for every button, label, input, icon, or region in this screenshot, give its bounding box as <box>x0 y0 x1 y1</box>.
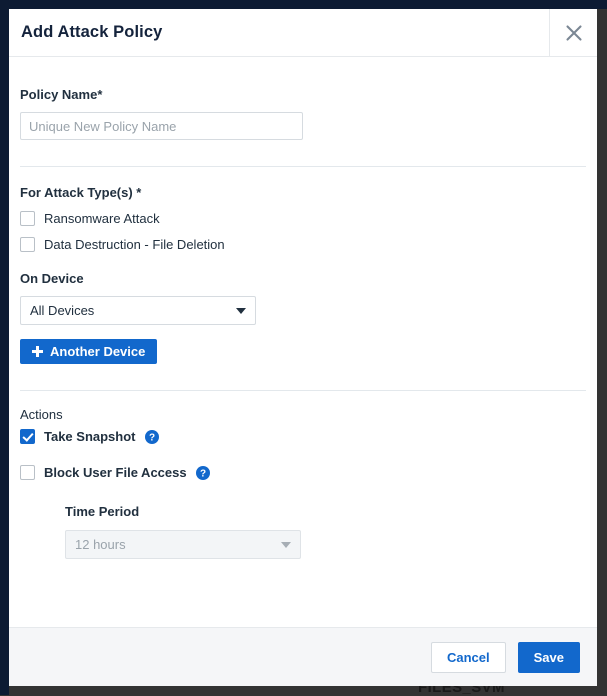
dialog-title: Add Attack Policy <box>9 9 549 56</box>
checkbox-label-data-destruction: Data Destruction - File Deletion <box>44 237 225 252</box>
dialog-footer: Cancel Save <box>9 627 597 686</box>
checkbox-row-ransomware-attack[interactable]: Ransomware Attack <box>20 211 586 226</box>
svg-text:?: ? <box>148 432 154 443</box>
dialog-header: Add Attack Policy <box>9 9 597 57</box>
checkbox-label-block-user-file-access: Block User File Access <box>44 465 187 480</box>
plus-icon <box>32 346 43 357</box>
checkbox-label-take-snapshot: Take Snapshot <box>44 429 136 444</box>
time-period-label: Time Period <box>65 504 586 519</box>
checkbox-row-take-snapshot[interactable]: Take Snapshot ? <box>20 429 586 444</box>
checkbox-label-ransomware-attack: Ransomware Attack <box>44 211 160 226</box>
app-top-bar <box>0 0 607 9</box>
add-attack-policy-dialog: Add Attack Policy Policy Name* For Attac… <box>9 9 597 686</box>
app-sidebar <box>0 0 9 695</box>
time-period-select[interactable]: 12 hours <box>65 530 301 559</box>
device-select-value: All Devices <box>30 303 236 318</box>
chevron-down-icon <box>281 542 291 548</box>
close-button[interactable] <box>549 9 597 56</box>
checkbox-row-data-destruction[interactable]: Data Destruction - File Deletion <box>20 237 586 252</box>
add-another-device-label: Another Device <box>50 344 145 359</box>
checkbox-row-block-user-file-access[interactable]: Block User File Access ? <box>20 465 586 480</box>
policy-name-input[interactable] <box>20 112 303 140</box>
on-device-label: On Device <box>20 271 586 286</box>
attack-types-label: For Attack Type(s) * <box>20 185 586 200</box>
save-button[interactable]: Save <box>518 642 580 673</box>
close-icon <box>564 23 584 43</box>
policy-name-label: Policy Name* <box>20 87 586 102</box>
checkbox-block-user-file-access[interactable] <box>20 465 35 480</box>
checkbox-ransomware-attack[interactable] <box>20 211 35 226</box>
cancel-button[interactable]: Cancel <box>431 642 506 673</box>
checkbox-take-snapshot[interactable] <box>20 429 35 444</box>
device-select[interactable]: All Devices <box>20 296 256 325</box>
dialog-body: Policy Name* For Attack Type(s) * Ransom… <box>9 57 597 627</box>
chevron-down-icon <box>236 308 246 314</box>
help-icon-block-user-file-access[interactable]: ? <box>196 466 210 480</box>
actions-label: Actions <box>20 407 586 422</box>
help-icon-take-snapshot[interactable]: ? <box>145 430 159 444</box>
svg-text:?: ? <box>200 468 206 479</box>
time-period-select-value: 12 hours <box>75 537 281 552</box>
checkbox-data-destruction[interactable] <box>20 237 35 252</box>
add-another-device-button[interactable]: Another Device <box>20 339 157 364</box>
